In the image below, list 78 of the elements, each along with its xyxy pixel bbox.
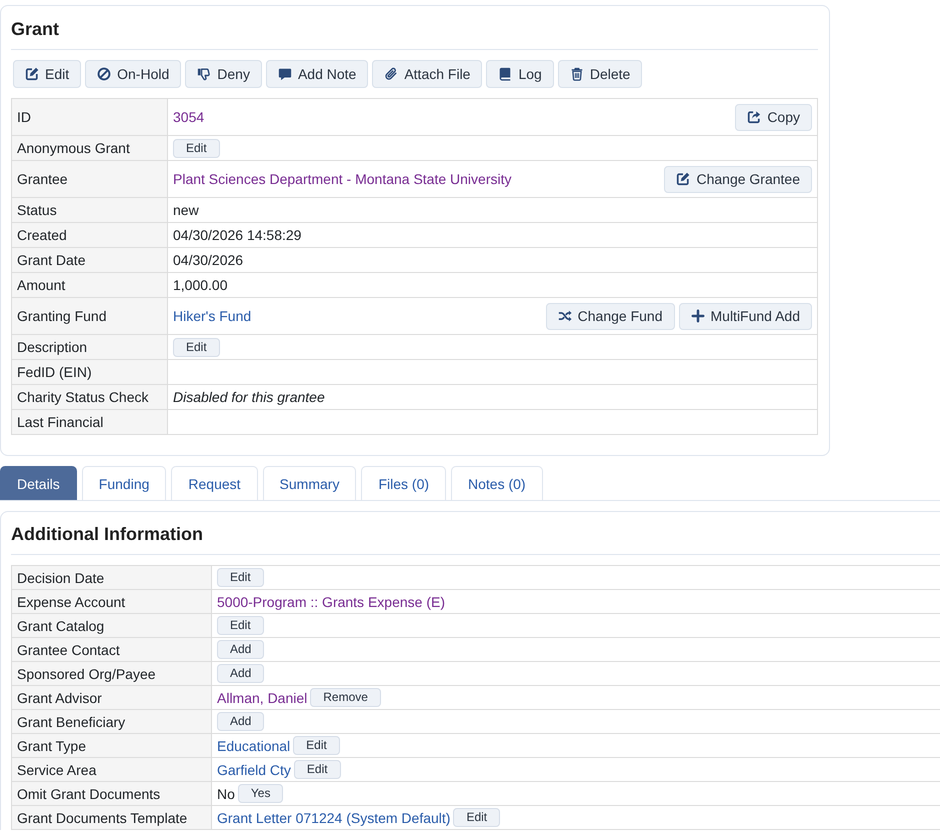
row-action-button[interactable]: Yes (238, 784, 284, 803)
field-label: Grant Catalog (12, 614, 212, 638)
row-action-button[interactable]: Edit (173, 138, 220, 158)
value-link[interactable]: Allman, Daniel (217, 690, 308, 706)
row-action-button[interactable]: Edit (173, 338, 220, 356)
field-value: 1,000.00 (173, 277, 228, 293)
row-action-button[interactable]: Add (217, 712, 264, 731)
field-label: ID (12, 98, 168, 136)
panel-title: Additional Information (11, 523, 203, 546)
row-action-button[interactable]: Remove (310, 688, 381, 707)
field-label: Decision Date (12, 566, 212, 590)
value-link[interactable]: 3054 (173, 109, 204, 125)
field-label: Sponsored Org/Payee (12, 662, 212, 686)
row-action-button[interactable]: Edit (453, 808, 500, 827)
change-fund-button[interactable]: Change Fund (546, 302, 674, 330)
log-button[interactable]: Log (486, 60, 554, 88)
edit-button[interactable]: Edit (13, 60, 82, 88)
multifund-add-button[interactable]: MultiFund Add (678, 302, 812, 330)
field-label: Status (12, 198, 168, 222)
row-action-button[interactable]: Edit (217, 568, 264, 587)
field-label: Grant Type (12, 734, 212, 758)
tab[interactable]: Summary (262, 466, 356, 500)
panel-title: Grant (11, 18, 60, 41)
field-label: Grant Documents Template (12, 806, 212, 830)
thumbs-down-icon (197, 67, 212, 81)
add-note-button[interactable]: Add Note (266, 60, 368, 88)
field-label: Last Financial (12, 410, 168, 434)
field-label: Grant Beneficiary (12, 710, 212, 734)
field-label: Amount (12, 272, 168, 298)
edit-icon (676, 172, 690, 186)
plus-icon (690, 309, 704, 323)
row-action-button[interactable]: Edit (217, 616, 264, 635)
tab[interactable]: Notes (0) (451, 466, 543, 500)
field-label: Grantee (12, 160, 168, 198)
status-note: Disabled for this grantee (173, 389, 325, 405)
field-label: Service Area (12, 758, 212, 782)
field-label: Description (12, 334, 168, 360)
ban-icon (97, 67, 112, 81)
field-label: Charity Status Check (12, 384, 168, 410)
field-label: Expense Account (12, 590, 212, 614)
value-link[interactable]: Garfield Cty (217, 762, 291, 778)
field-label: Anonymous Grant (12, 136, 168, 160)
attach-file-button[interactable]: Attach File (372, 60, 482, 88)
book-icon (498, 67, 512, 81)
field-label: Grantee Contact (12, 638, 212, 662)
paperclip-icon (384, 67, 398, 81)
row-action-button[interactable]: Add (217, 640, 264, 659)
tab[interactable]: Funding (82, 466, 166, 500)
shuffle-icon (558, 309, 572, 323)
tab[interactable]: Request (171, 466, 258, 500)
field-label: Omit Grant Documents (12, 782, 212, 806)
row-action-button[interactable]: Edit (294, 760, 341, 779)
change-grantee-button[interactable]: Change Grantee (664, 166, 812, 192)
row-action-button[interactable]: Add (217, 664, 264, 683)
speech-bubble-icon (278, 67, 292, 81)
edit-icon (25, 67, 39, 81)
tab[interactable]: Details (0, 466, 77, 500)
field-value: No (217, 786, 235, 802)
value-link[interactable]: Educational (217, 738, 290, 754)
value-link[interactable]: Grant Letter 071224 (System Default) (217, 810, 450, 826)
field-label: Grant Date (12, 248, 168, 272)
value-link[interactable]: Plant Sciences Department - Montana State University (173, 171, 512, 187)
copy-button[interactable]: Copy (735, 104, 812, 130)
export-icon (747, 110, 762, 124)
field-label: FedID (EIN) (12, 360, 168, 384)
field-value: 04/30/2026 14:58:29 (173, 227, 302, 243)
delete-button[interactable]: Delete (558, 60, 642, 88)
on-hold-button[interactable]: On-Hold (85, 60, 182, 88)
field-value: new (173, 202, 199, 218)
tab[interactable]: Files (0) (361, 466, 446, 500)
field-value: 04/30/2026 (173, 252, 244, 268)
field-label: Granting Fund (12, 298, 168, 334)
trash-icon (570, 67, 584, 81)
field-label: Created (12, 222, 168, 248)
value-link[interactable]: Hiker's Fund (173, 308, 252, 324)
row-action-button[interactable]: Edit (293, 736, 340, 755)
field-label: Grant Advisor (12, 686, 212, 710)
deny-button[interactable]: Deny (185, 60, 262, 88)
